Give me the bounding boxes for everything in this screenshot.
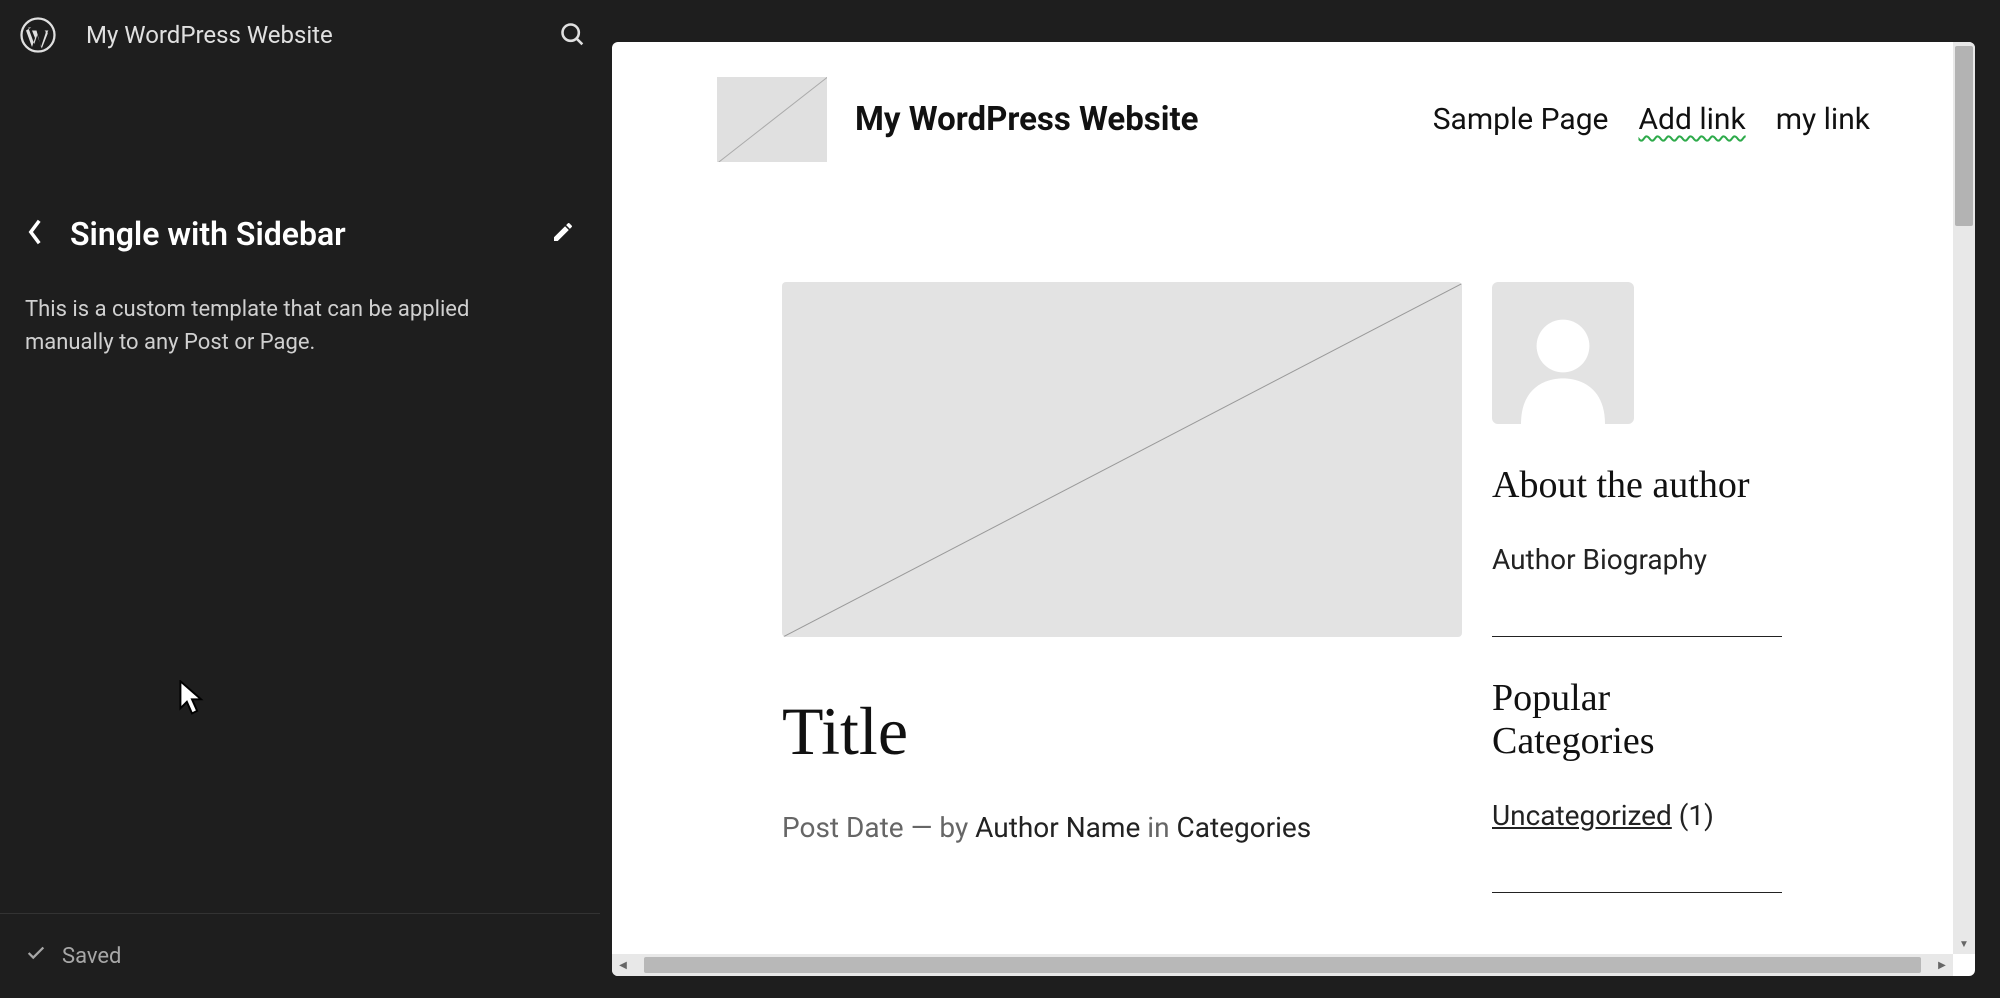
author-name[interactable]: Author Name [975, 811, 1140, 844]
wordpress-logo-icon[interactable] [20, 17, 56, 53]
about-author-heading[interactable]: About the author [1492, 464, 1875, 508]
vertical-scrollbar[interactable]: ▼ [1953, 42, 1975, 954]
pencil-icon [551, 220, 575, 244]
scroll-down-arrow-icon[interactable]: ▼ [1953, 934, 1975, 954]
search-icon [559, 21, 587, 49]
post-date[interactable]: Post Date [782, 811, 904, 844]
nav-link-add-link[interactable]: Add link [1638, 102, 1745, 137]
meta-in: in [1140, 811, 1176, 844]
nav-link-my-link[interactable]: my link [1776, 102, 1870, 137]
site-nav: Sample Page Add link my link [1433, 102, 1870, 137]
horizontal-scrollbar[interactable]: ◀ ▶ [612, 954, 1953, 976]
author-avatar-placeholder[interactable] [1492, 282, 1634, 424]
preview-frame: My WordPress Website Sample Page Add lin… [612, 42, 1975, 976]
site-logo-placeholder[interactable] [717, 77, 827, 162]
post-title[interactable]: Title [782, 692, 1462, 771]
category-count: (1) [1672, 799, 1714, 832]
category-item: Uncategorized (1) [1492, 799, 1875, 832]
template-title: Single with Sidebar [70, 215, 526, 253]
site-name[interactable]: My WordPress Website [855, 100, 1198, 139]
mouse-cursor-icon [178, 680, 206, 720]
preview-canvas[interactable]: My WordPress Website Sample Page Add lin… [612, 42, 1975, 976]
scrollbar-thumb[interactable] [1955, 46, 1973, 226]
popular-categories-heading[interactable]: Popular Categories [1492, 677, 1722, 764]
nav-link-sample-page[interactable]: Sample Page [1433, 102, 1609, 137]
site-header: My WordPress Website Sample Page Add lin… [612, 42, 1975, 197]
saved-label: Saved [62, 944, 121, 969]
post-categories[interactable]: Categories [1176, 811, 1311, 844]
aside-separator [1492, 892, 1782, 893]
sidebar-panel: Single with Sidebar This is a custom tem… [0, 100, 600, 379]
aside-column: About the author Author Biography Popula… [1492, 282, 1875, 893]
scrollbar-track[interactable] [634, 954, 1931, 976]
featured-image-placeholder[interactable] [782, 282, 1462, 637]
back-button[interactable] [25, 218, 45, 250]
main-column: Title Post Date — by Author Name in Cate… [782, 282, 1462, 893]
scrollbar-thumb[interactable] [644, 957, 1921, 973]
check-icon [25, 942, 47, 970]
search-button[interactable] [553, 15, 593, 55]
category-link[interactable]: Uncategorized [1492, 799, 1672, 832]
person-icon [1503, 304, 1623, 424]
aside-separator [1492, 636, 1782, 637]
scroll-left-arrow-icon[interactable]: ◀ [612, 960, 634, 971]
meta-separator: — [904, 811, 940, 844]
post-meta: Post Date — by Author Name in Categories [782, 811, 1462, 844]
chevron-left-icon [25, 218, 45, 246]
meta-by: by [939, 811, 975, 844]
content-wrap: Title Post Date — by Author Name in Cate… [612, 197, 1975, 933]
site-title[interactable]: My WordPress Website [86, 21, 333, 49]
template-description: This is a custom template that can be ap… [25, 293, 525, 359]
status-bar: Saved [0, 913, 600, 998]
author-biography[interactable]: Author Biography [1492, 543, 1875, 576]
scroll-right-arrow-icon[interactable]: ▶ [1931, 960, 1953, 971]
edit-button[interactable] [551, 220, 575, 248]
sidebar-header: Single with Sidebar [25, 215, 575, 253]
